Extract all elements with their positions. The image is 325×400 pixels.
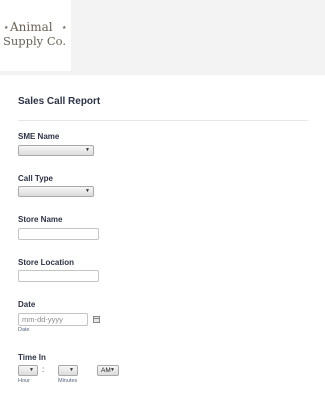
sme-name-select[interactable]: ▼ [18, 145, 94, 156]
form-title: Sales Call Report [18, 96, 101, 107]
date-sublabel: Date [18, 327, 30, 333]
store-location-input[interactable] [18, 270, 99, 282]
store-location-label: Store Location [18, 258, 75, 267]
store-name-input[interactable] [18, 228, 99, 240]
minutes-select[interactable]: ▼ [58, 365, 78, 376]
date-label: Date [18, 300, 36, 309]
call-type-select[interactable]: ▼ [18, 186, 94, 197]
title-divider [18, 120, 308, 121]
time-in-label: Time In [18, 353, 46, 362]
date-input[interactable]: mm-dd-yyyy [18, 313, 88, 326]
minutes-sublabel: Minutes [58, 378, 78, 384]
chevron-down-icon: ▼ [85, 188, 90, 194]
ampm-select[interactable]: AM ▼ [97, 365, 119, 376]
chevron-down-icon: ▼ [110, 367, 115, 373]
form-header: ★ Animal ★ Supply Co. [0, 0, 325, 75]
chevron-down-icon: ▼ [29, 367, 34, 373]
svg-text:★: ★ [62, 25, 67, 31]
hour-select[interactable]: ▼ [18, 365, 38, 376]
store-name-label: Store Name [18, 215, 63, 224]
chevron-down-icon: ▼ [69, 367, 74, 373]
brand-logo: ★ Animal ★ Supply Co. [0, 0, 71, 71]
logo-line1: Animal [9, 20, 53, 34]
sme-name-label: SME Name [18, 132, 60, 141]
time-separator: : [42, 365, 45, 374]
logo-line2: Supply Co. [3, 34, 66, 48]
svg-text:★: ★ [4, 25, 9, 31]
call-type-label: Call Type [18, 174, 53, 183]
calendar-icon[interactable] [93, 316, 100, 323]
hour-sublabel: Hour [18, 378, 30, 384]
chevron-down-icon: ▼ [85, 147, 90, 153]
